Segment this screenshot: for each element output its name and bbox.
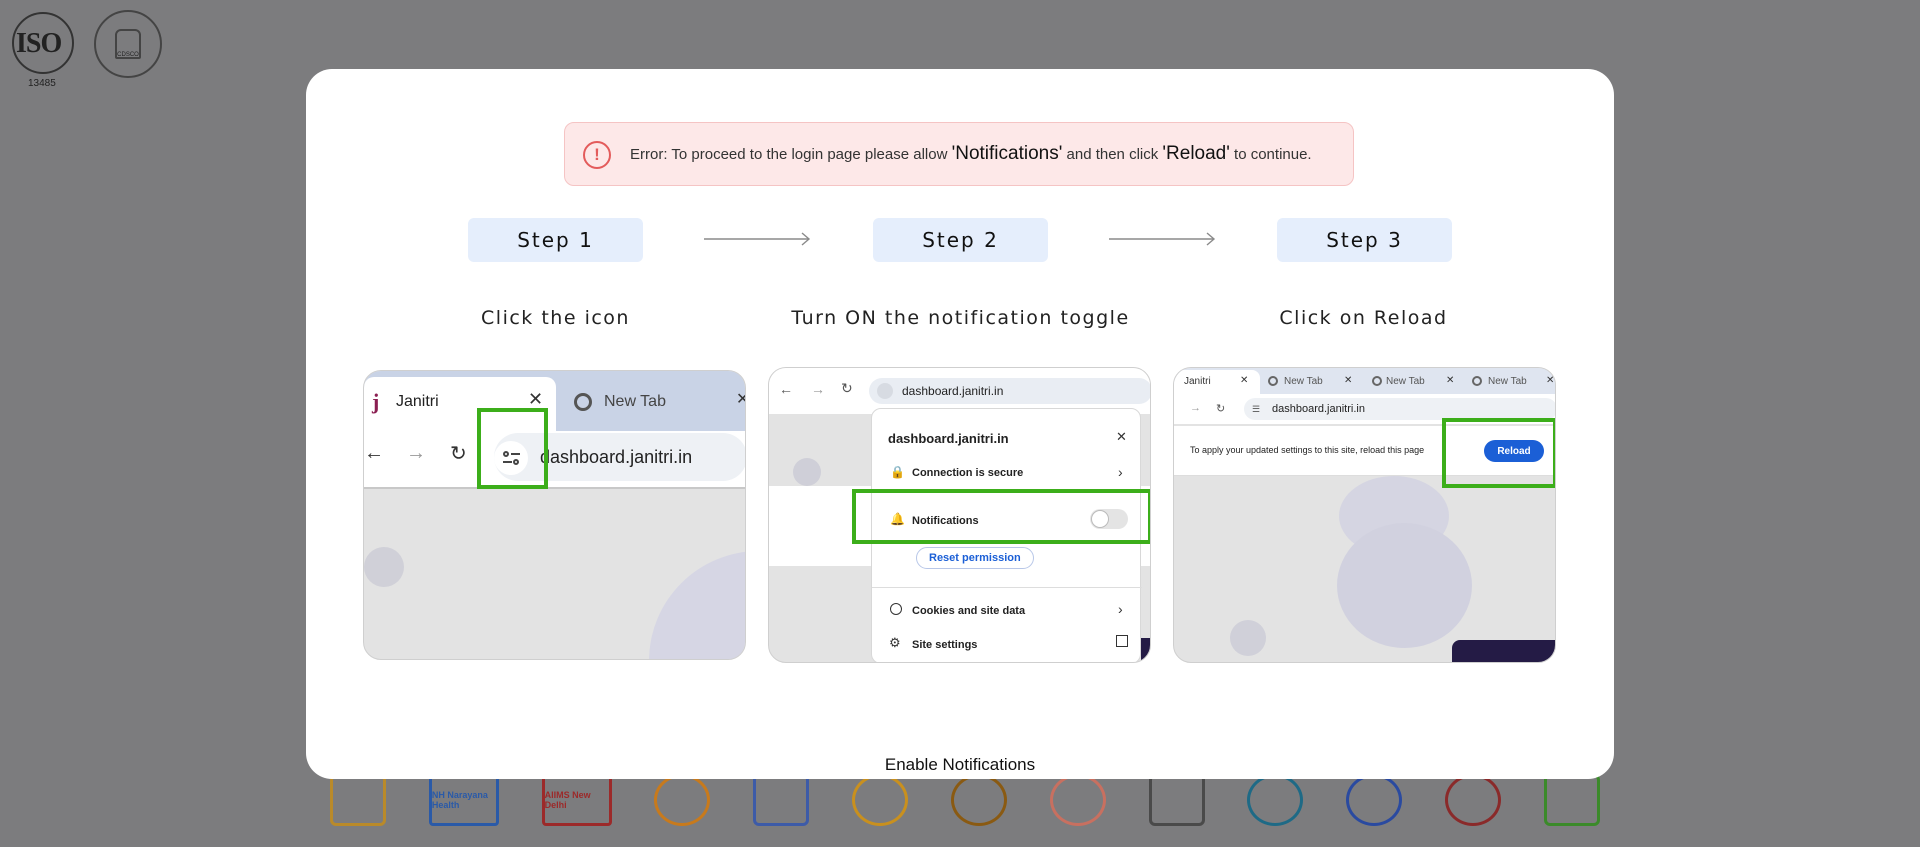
- lock-icon: 🔒: [890, 465, 905, 479]
- site-info-icon: ☰: [1252, 404, 1261, 414]
- connection-secure-item: Connection is secure: [912, 467, 1024, 479]
- site-settings-item: Site settings: [912, 639, 978, 651]
- step-1-pill: Step 1: [468, 218, 643, 262]
- back-arrow-icon: ←: [364, 442, 384, 464]
- highlight-box: [1442, 418, 1555, 488]
- close-tab-icon: ✕: [1240, 375, 1249, 386]
- step-1-screenshot: j Janitri ✕ New Tab ✕ ← → ↻ dashboard.ja…: [363, 370, 746, 660]
- highlight-box: [477, 408, 548, 489]
- forward-arrow-icon: →: [811, 381, 825, 397]
- partner-logo: [1247, 774, 1304, 826]
- tab-label: New Tab: [1284, 376, 1323, 387]
- cookies-item: Cookies and site data: [912, 605, 1026, 617]
- back-arrow-icon: ←: [779, 381, 793, 397]
- partner-logo: [654, 774, 711, 826]
- enable-notifications-label: Enable Notifications: [884, 755, 1036, 774]
- tab-label: Janitri: [1184, 376, 1211, 387]
- chevron-right-icon: ›: [1118, 464, 1123, 480]
- chrome-icon: [1472, 376, 1482, 386]
- chrome-icon: [574, 393, 592, 411]
- reload-infobar-message: To apply your updated settings to this s…: [1190, 445, 1425, 455]
- tab-label: New Tab: [1488, 376, 1527, 387]
- forward-arrow-icon: →: [1190, 402, 1201, 414]
- step-3-pill: Step 3: [1277, 218, 1452, 262]
- step-2-pill: Step 2: [873, 218, 1048, 262]
- address-bar-url: dashboard.janitri.in: [902, 384, 1004, 398]
- partner-logo-strip: NH Narayana Health AIIMS New Delhi: [330, 770, 1600, 830]
- close-tab-icon: ✕: [528, 389, 544, 409]
- close-icon: ✕: [1116, 429, 1127, 444]
- reload-icon: ↻: [841, 380, 853, 396]
- partner-logo: [1346, 774, 1403, 826]
- cookie-icon: [890, 603, 902, 615]
- partner-logo: NH Narayana Health: [428, 774, 499, 826]
- partner-logo: [1543, 774, 1600, 826]
- error-banner: ! Error: To proceed to the login page pl…: [564, 122, 1354, 186]
- partner-logo: [1148, 774, 1205, 826]
- reload-icon: ↻: [1216, 403, 1226, 415]
- chevron-right-icon: ›: [1118, 601, 1123, 617]
- partner-logo: [1049, 774, 1106, 826]
- address-bar-url: dashboard.janitri.in: [1272, 403, 1365, 415]
- reload-icon: ↻: [450, 443, 467, 465]
- reset-permission-button: Reset permission: [916, 547, 1034, 569]
- step-3-screenshot: Janitri ✕ New Tab ✕ New Tab ✕ New Tab ✕ …: [1173, 367, 1556, 663]
- cdsco-logo: CDSCO: [94, 10, 162, 78]
- arrow-right-icon: [1109, 232, 1216, 246]
- close-tab-icon: ✕: [1344, 375, 1353, 386]
- partner-logo: [950, 774, 1007, 826]
- gear-icon: ⚙: [889, 635, 901, 650]
- chrome-icon: [1268, 376, 1278, 386]
- close-tab-icon: ✕: [1446, 375, 1455, 386]
- step-2-caption: Turn ON the notification toggle: [791, 307, 1130, 329]
- arrow-right-icon: [704, 232, 811, 246]
- partner-logo: [852, 774, 909, 826]
- header-logos: ISO 13485 CDSCO: [8, 10, 162, 89]
- partner-logo: [753, 774, 810, 826]
- highlight-box: [852, 489, 1150, 544]
- error-message: Error: To proceed to the login page plea…: [630, 143, 1312, 164]
- popup-title: dashboard.janitri.in: [888, 431, 1009, 446]
- close-tab-icon: ✕: [736, 389, 745, 409]
- chrome-icon: [1372, 376, 1382, 386]
- partner-logo: [1445, 774, 1502, 826]
- forward-arrow-icon: →: [406, 442, 426, 464]
- step-1-caption: Click the icon: [481, 307, 630, 329]
- address-bar-url: dashboard.janitri.in: [540, 447, 693, 467]
- site-info-icon: [877, 383, 893, 399]
- external-link-icon: [1116, 635, 1128, 647]
- exclamation-circle-icon: !: [583, 141, 611, 169]
- step-2-screenshot: ← → ↻ dashboard.janitri.in dashboard.jan…: [768, 367, 1151, 663]
- tab-janitri-label: Janitri: [396, 393, 439, 410]
- iso-logo: ISO 13485: [8, 10, 78, 89]
- tab-new-tab-label: New Tab: [604, 393, 666, 410]
- enable-notifications-modal: ! Error: To proceed to the login page pl…: [306, 69, 1614, 779]
- partner-logo: [330, 774, 386, 826]
- tab-label: New Tab: [1386, 376, 1425, 387]
- step-3-caption: Click on Reload: [1279, 307, 1448, 329]
- janitri-favicon: j: [372, 389, 380, 414]
- partner-logo: AIIMS New Delhi: [541, 774, 612, 826]
- close-tab-icon: ✕: [1546, 375, 1555, 386]
